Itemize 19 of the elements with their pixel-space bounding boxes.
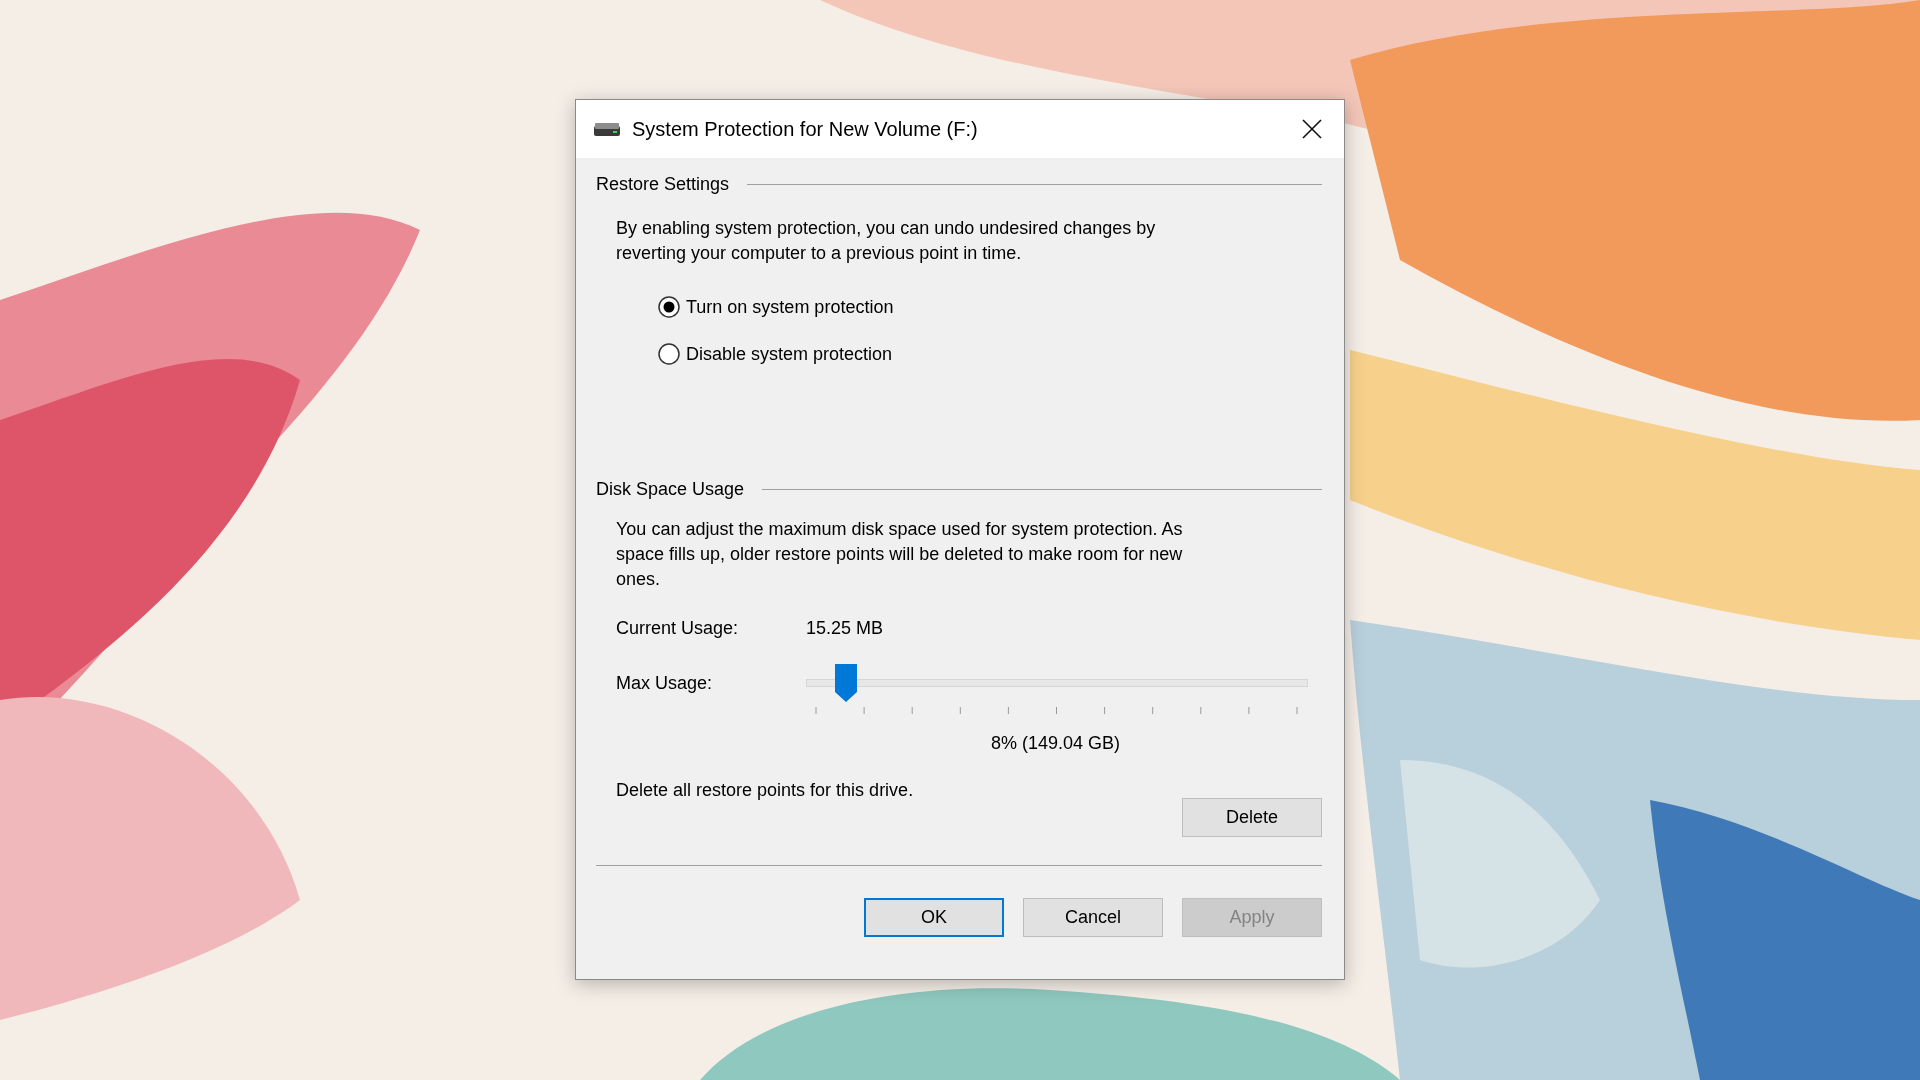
radio-option[interactable]: Disable system protection [658, 341, 893, 367]
description-text: By enabling system protection, you can undo undesired changes by reverting your computer to a previous point in time. [616, 217, 1157, 265]
slider-thumb[interactable] [835, 664, 858, 702]
field-label: Current Usage: [616, 618, 740, 639]
close-icon [1301, 118, 1323, 140]
usage-value: 15.25 MB [806, 618, 884, 639]
dialog-button[interactable]: Cancel [1023, 898, 1163, 937]
delete-description: Delete all restore points for this drive. [616, 780, 914, 801]
group-heading: Disk Space Usage [596, 478, 745, 500]
drive-icon [594, 122, 620, 136]
field-label: Max Usage: [616, 672, 714, 694]
description-text: You can adjust the maximum disk space used for system protection. As space fills up, older restore points will be deleted to make room for new ones. [616, 518, 1184, 591]
slider-value: 8% (149.04 GB) [991, 733, 1122, 754]
radio-option[interactable]: Turn on system protection [658, 294, 894, 320]
slider[interactable] [806, 663, 1308, 703]
dialog-button[interactable]: OK [864, 898, 1004, 937]
group-heading: Restore Settings [596, 173, 730, 195]
window-title: System Protection for New Volume (F:) [632, 117, 979, 141]
delete-button[interactable]: Delete [1182, 798, 1322, 837]
